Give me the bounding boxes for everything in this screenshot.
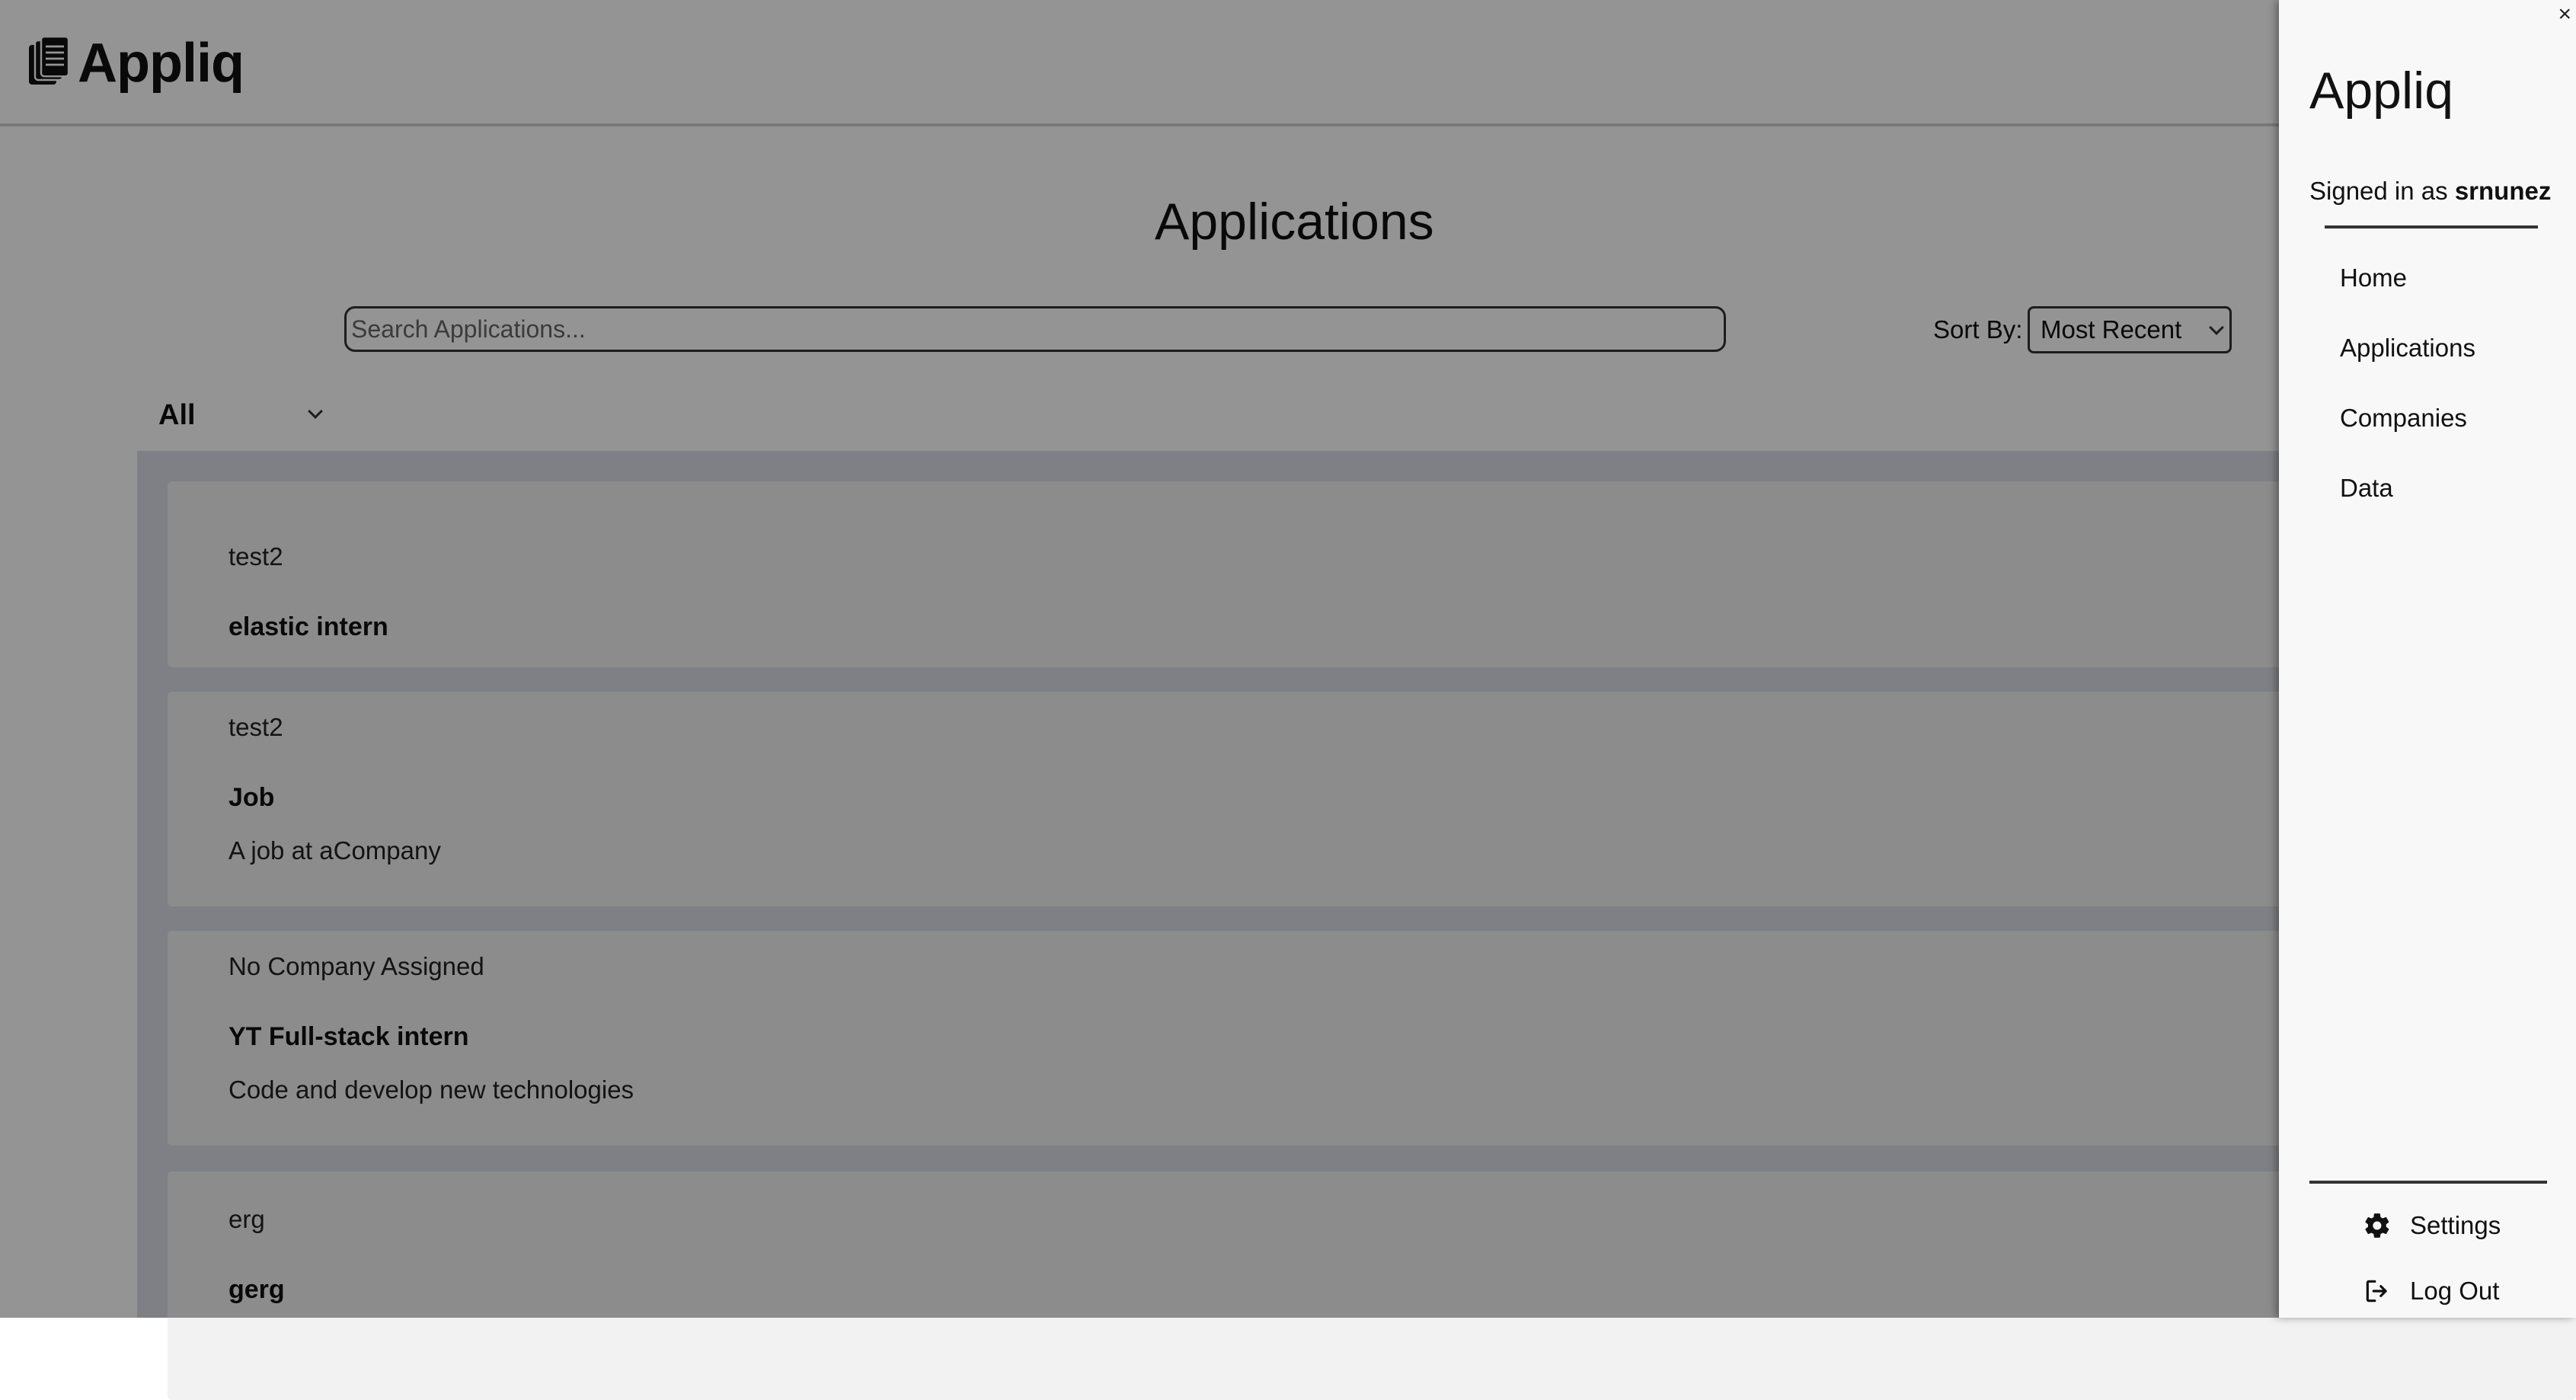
logout-label: Log Out xyxy=(2410,1277,2500,1305)
signed-in-prefix: Signed in as xyxy=(2309,177,2448,205)
settings-label: Settings xyxy=(2410,1211,2501,1239)
app-root: Appliq Applications Sort By: Most Recent… xyxy=(0,0,2576,1400)
signed-in-status: Signed in as srnunez xyxy=(2309,177,2551,206)
drawer-nav: Home Applications Companies Data xyxy=(2340,259,2475,539)
signed-in-username: srnunez xyxy=(2454,177,2552,205)
modal-backdrop[interactable] xyxy=(0,0,2576,1318)
drawer-divider xyxy=(2325,225,2538,229)
nav-item-applications[interactable]: Applications xyxy=(2340,329,2475,399)
nav-item-companies[interactable]: Companies xyxy=(2340,399,2475,469)
nav-item-data[interactable]: Data xyxy=(2340,469,2475,539)
side-drawer: × Appliq Signed in as srnunez Home Appli… xyxy=(2279,0,2576,1318)
nav-item-home[interactable]: Home xyxy=(2340,259,2475,329)
close-icon[interactable]: × xyxy=(2558,2,2571,27)
settings-button[interactable]: Settings xyxy=(2363,1211,2501,1240)
logout-button[interactable]: Log Out xyxy=(2363,1277,2499,1306)
drawer-divider xyxy=(2309,1181,2547,1184)
drawer-title: Appliq xyxy=(2309,62,2454,120)
logout-icon xyxy=(2366,1280,2387,1303)
gear-icon xyxy=(2365,1213,2389,1238)
